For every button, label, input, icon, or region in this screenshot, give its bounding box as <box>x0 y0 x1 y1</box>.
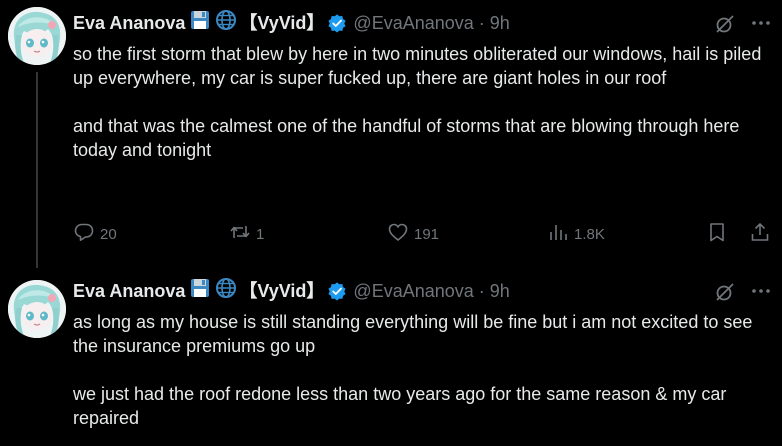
share-icon <box>749 221 771 247</box>
tweet-text: so the first storm that blew by here in … <box>73 44 762 160</box>
reply-icon <box>73 221 95 247</box>
repost-count: 1 <box>256 225 265 243</box>
repost-icon <box>229 221 251 247</box>
avatar[interactable] <box>8 280 66 338</box>
author-name[interactable]: Eva Ananova <box>73 11 185 35</box>
like-button[interactable]: 191 <box>387 219 439 249</box>
author-name-tag: 【VyVid】 <box>239 281 325 301</box>
tweet-header: Eva Ananova 【VyVid】 @EvaAnanova · 9h <box>73 9 510 37</box>
verified-badge-icon[interactable] <box>327 13 347 33</box>
grok-icon[interactable] <box>714 13 736 35</box>
separator-dot: · <box>478 13 485 33</box>
avatar[interactable] <box>8 7 66 65</box>
thread-connector-line <box>36 72 38 268</box>
bookmark-icon <box>706 221 728 247</box>
grok-icon[interactable] <box>714 281 736 303</box>
more-options-icon[interactable] <box>750 280 772 302</box>
reply-count: 20 <box>100 225 117 243</box>
tweet-timestamp[interactable]: 9h <box>490 279 510 303</box>
tweet-header: Eva Ananova 【VyVid】 @EvaAnanova · 9h <box>73 277 510 305</box>
analytics-bar-icon <box>547 221 569 247</box>
floppy-disk-emoji <box>189 277 211 305</box>
globe-emoji <box>215 9 237 37</box>
views-count: 1.8K <box>574 225 605 243</box>
separator-dot: · <box>478 281 485 301</box>
tweet[interactable]: Eva Ananova 【VyVid】 @ <box>0 0 782 268</box>
repost-button[interactable]: 1 <box>229 219 264 249</box>
heart-icon <box>387 221 409 247</box>
reply-button[interactable]: 20 <box>73 219 117 249</box>
globe-emoji <box>215 277 237 305</box>
views-button[interactable]: 1.8K <box>547 219 605 249</box>
like-count: 191 <box>414 225 440 243</box>
floppy-disk-emoji <box>189 9 211 37</box>
tweet-text: as long as my house is still standing ev… <box>73 312 753 428</box>
author-name-tag: 【VyVid】 <box>239 13 325 33</box>
tweet-actions: 20 1 191 1.8K <box>73 219 775 249</box>
bookmark-button[interactable] <box>706 219 728 249</box>
author-handle[interactable]: @EvaAnanova <box>353 279 473 303</box>
author-name[interactable]: Eva Ananova <box>73 279 185 303</box>
share-button[interactable] <box>749 219 771 249</box>
tweet-timestamp[interactable]: 9h <box>490 11 510 35</box>
more-options-icon[interactable] <box>750 12 772 34</box>
tweet[interactable]: Eva Ananova 【VyVid】 @ <box>0 262 782 446</box>
verified-badge-icon[interactable] <box>327 281 347 301</box>
author-handle[interactable]: @EvaAnanova <box>353 11 473 35</box>
